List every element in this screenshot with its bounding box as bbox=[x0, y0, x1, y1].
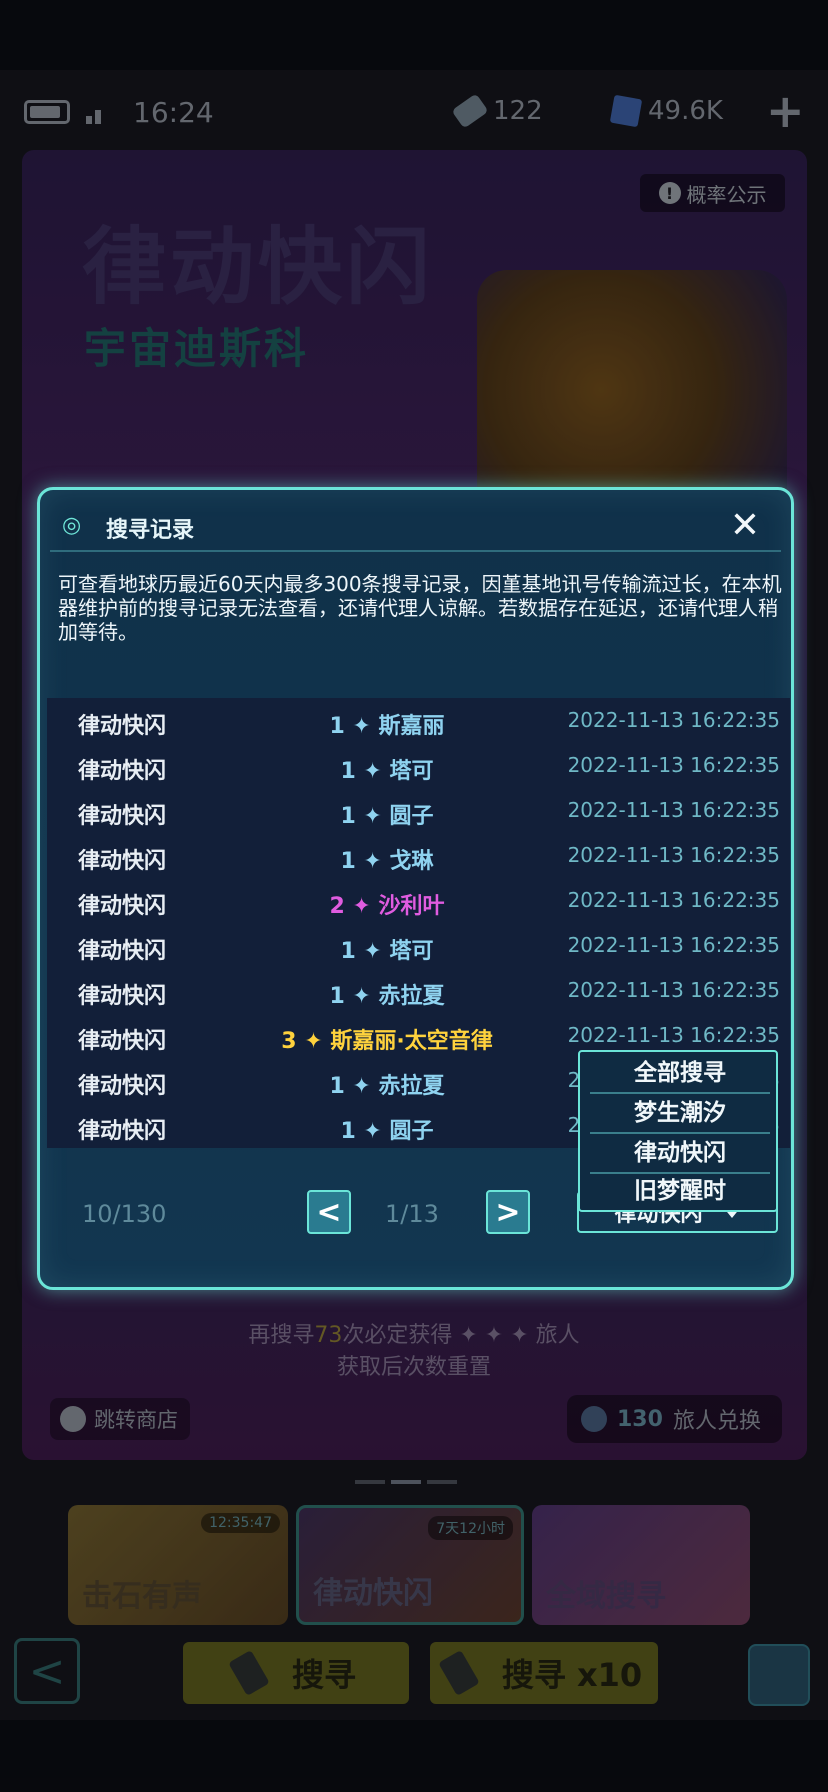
record-time: 2022-11-13 16:22:35 bbox=[567, 708, 780, 732]
filter-option-old-dream[interactable]: 旧梦醒时 bbox=[590, 1172, 770, 1212]
record-item: 1 ✦ 圆子 bbox=[237, 1113, 537, 1145]
record-pool: 律动快闪 bbox=[78, 1119, 167, 1144]
record-row: 律动快闪 1 ✦ 赤拉夏 2022-11-13 16:22:35 bbox=[47, 968, 790, 1013]
record-item: 3 ✦ 斯嘉丽·太空音律 bbox=[237, 1023, 537, 1055]
record-name: 斯嘉丽 bbox=[378, 714, 445, 739]
record-time: 2022-11-13 16:22:35 bbox=[567, 978, 780, 1002]
page-indicator: 1/13 bbox=[385, 1200, 439, 1228]
record-time: 2022-11-13 16:22:35 bbox=[567, 843, 780, 867]
record-logo-icon: ◎ bbox=[62, 513, 82, 538]
record-item: 1 ✦ 斯嘉丽 bbox=[237, 708, 537, 740]
record-item: 1 ✦ 戈琳 bbox=[237, 843, 537, 875]
record-pool: 律动快闪 bbox=[78, 759, 167, 784]
record-row: 律动快闪 1 ✦ 圆子 2022-11-13 16:22:35 bbox=[47, 788, 790, 833]
record-row: 律动快闪 1 ✦ 塔可 2022-11-13 16:22:35 bbox=[47, 743, 790, 788]
close-icon[interactable]: ✕ bbox=[727, 505, 763, 546]
record-item: 2 ✦ 沙利叶 bbox=[237, 888, 537, 920]
record-name: 沙利叶 bbox=[378, 894, 445, 919]
record-time: 2022-11-13 16:22:35 bbox=[567, 933, 780, 957]
record-row: 律动快闪 2 ✦ 沙利叶 2022-11-13 16:22:35 bbox=[47, 878, 790, 923]
record-item: 1 ✦ 赤拉夏 bbox=[237, 978, 537, 1010]
record-stars: 2 ✦ bbox=[329, 894, 371, 919]
record-row: 律动快闪 1 ✦ 斯嘉丽 2022-11-13 16:22:35 bbox=[47, 698, 790, 743]
record-stars: 1 ✦ bbox=[340, 849, 382, 874]
record-pool: 律动快闪 bbox=[78, 984, 167, 1009]
record-stars: 1 ✦ bbox=[340, 1119, 382, 1144]
record-row: 律动快闪 1 ✦ 戈琳 2022-11-13 16:22:35 bbox=[47, 833, 790, 878]
record-stars: 1 ✦ bbox=[329, 714, 371, 739]
record-pool: 律动快闪 bbox=[78, 714, 167, 739]
prev-page-button[interactable]: < bbox=[307, 1190, 351, 1234]
record-name: 赤拉夏 bbox=[378, 1074, 445, 1099]
record-stars: 1 ✦ bbox=[329, 1074, 371, 1099]
record-item: 1 ✦ 赤拉夏 bbox=[237, 1068, 537, 1100]
record-time: 2022-11-13 16:22:35 bbox=[567, 753, 780, 777]
record-name: 圆子 bbox=[389, 1119, 434, 1144]
record-item: 1 ✦ 圆子 bbox=[237, 798, 537, 830]
next-page-button[interactable]: > bbox=[486, 1190, 530, 1234]
record-name: 圆子 bbox=[389, 804, 434, 829]
record-time: 2022-11-13 16:22:35 bbox=[567, 888, 780, 912]
record-time: 2022-11-13 16:22:35 bbox=[567, 798, 780, 822]
search-record-dialog: ◎ 搜寻记录 ✕ 可查看地球历最近60天内最多300条搜寻记录，因堇基地讯号传输… bbox=[37, 487, 794, 1290]
record-name: 塔可 bbox=[389, 939, 434, 964]
record-stars: 1 ✦ bbox=[340, 804, 382, 829]
pool-filter-dropdown: 全部搜寻 梦生潮汐 律动快闪 旧梦醒时 bbox=[578, 1050, 778, 1212]
record-stars: 3 ✦ bbox=[281, 1029, 323, 1054]
record-name: 斯嘉丽·太空音律 bbox=[330, 1029, 493, 1054]
record-item: 1 ✦ 塔可 bbox=[237, 753, 537, 785]
record-stars: 1 ✦ bbox=[340, 759, 382, 784]
record-row: 律动快闪 1 ✦ 塔可 2022-11-13 16:22:35 bbox=[47, 923, 790, 968]
record-time: 2022-11-13 16:22:35 bbox=[567, 1023, 780, 1047]
record-pool: 律动快闪 bbox=[78, 1029, 167, 1054]
record-pool: 律动快闪 bbox=[78, 939, 167, 964]
record-notice: 可查看地球历最近60天内最多300条搜寻记录，因堇基地讯号传输流过长，在本机器维… bbox=[58, 572, 782, 644]
record-pool: 律动快闪 bbox=[78, 804, 167, 829]
dialog-header: ◎ 搜寻记录 ✕ bbox=[50, 500, 781, 552]
record-stars: 1 ✦ bbox=[340, 939, 382, 964]
record-pool: 律动快闪 bbox=[78, 1074, 167, 1099]
filter-option-rhythm-flash[interactable]: 律动快闪 bbox=[590, 1134, 770, 1174]
record-name: 塔可 bbox=[389, 759, 434, 784]
filter-option-all[interactable]: 全部搜寻 bbox=[590, 1054, 770, 1094]
record-pool: 律动快闪 bbox=[78, 894, 167, 919]
record-name: 赤拉夏 bbox=[378, 984, 445, 1009]
record-count: 10/130 bbox=[82, 1200, 167, 1228]
record-item: 1 ✦ 塔可 bbox=[237, 933, 537, 965]
record-pool: 律动快闪 bbox=[78, 849, 167, 874]
dialog-title: 搜寻记录 bbox=[106, 518, 195, 543]
record-stars: 1 ✦ bbox=[329, 984, 371, 1009]
filter-option-dream-tide[interactable]: 梦生潮汐 bbox=[590, 1094, 770, 1134]
record-name: 戈琳 bbox=[389, 849, 434, 874]
